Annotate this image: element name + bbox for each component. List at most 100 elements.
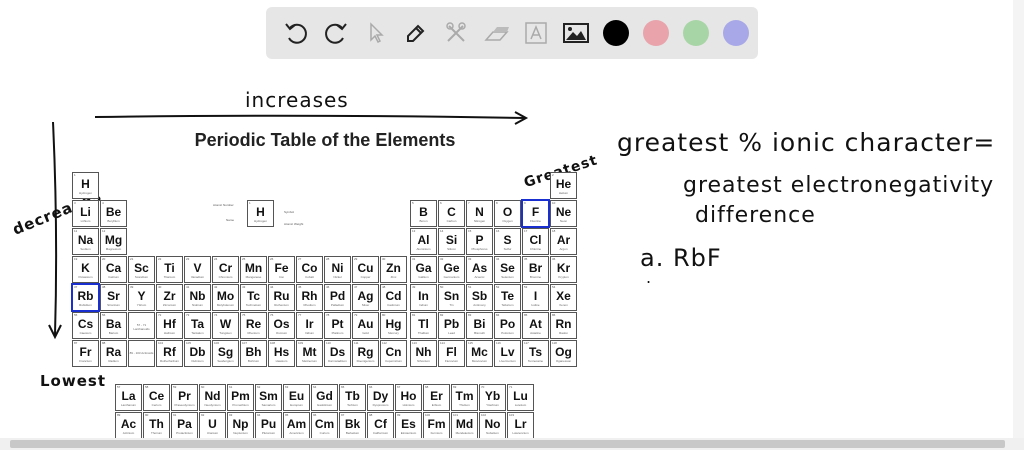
element-ti: 22 Ti Titanium [156, 256, 183, 283]
element-cf: 98 Cf Californium [367, 412, 394, 439]
legend-atomic-weight-label: Atomic Weight [284, 222, 304, 226]
element-lr: 103 Lr Lawrencium [507, 412, 534, 439]
scrollbar-thumb[interactable] [10, 440, 1005, 448]
element-name: Dubnium [191, 359, 204, 363]
element-name: Hassium [275, 359, 288, 363]
element-n: 7 N Nitrogen [466, 200, 493, 227]
horizontal-scrollbar[interactable] [0, 438, 1024, 450]
element-nb: 41 Nb Niobium [184, 284, 211, 311]
element-no: 102 No Nobelium [479, 412, 506, 439]
element-symbol: Pa [177, 417, 192, 431]
element-ru: 44 Ru Ruthenium [268, 284, 295, 311]
element-re: 75 Re Rhenium [240, 312, 267, 339]
element-symbol: Bk [344, 417, 361, 431]
element-name: Mendelevium [455, 431, 474, 435]
element-name: Thulium [459, 403, 470, 407]
element-name: Calcium [108, 275, 119, 279]
element-name: Arsenic [474, 275, 485, 279]
element-symbol: Te [500, 289, 515, 303]
element-symbol: Pt [331, 317, 344, 331]
element-name: Silver [361, 303, 370, 307]
element-symbol: Au [357, 317, 374, 331]
element-symbol: Kr [556, 261, 571, 275]
element-os: 76 Os Osmium [268, 312, 295, 339]
element-md: 101 Md Mendelevium [451, 412, 478, 439]
element-name: Hafnium [163, 331, 176, 335]
element-w: 74 W Tungsten [212, 312, 239, 339]
element-name: Rhodium [303, 303, 316, 307]
element-ce: 58 Ce Cerium [143, 384, 170, 411]
element-symbol: Hs [273, 345, 290, 359]
element-name: Gold [362, 331, 369, 335]
element-name: Gallium [418, 275, 429, 279]
element-name: Rutherfordium [159, 359, 179, 363]
element-ra: 88 Ra Radium [100, 340, 127, 367]
element-name: Cerium [151, 403, 162, 407]
element-lv: 116 Lv Livermorium [494, 340, 521, 367]
element-symbol: Zn [386, 261, 401, 275]
element-symbol: I [533, 289, 538, 303]
answer-bullet: . [646, 268, 653, 287]
element-symbol: Am [286, 417, 307, 431]
element-symbol: Nb [189, 289, 206, 303]
f-block-placeholder: 89 - 103 Actinoids [128, 340, 155, 367]
element-th: 90 Th Thorium [143, 412, 170, 439]
element-tm: 69 Tm Thulium [451, 384, 478, 411]
element-cm: 96 Cm Curium [311, 412, 338, 439]
element-symbol: Rb [77, 289, 94, 303]
element-symbol: Mt [302, 345, 317, 359]
legend-name-label: Name [226, 218, 235, 222]
element-au: 79 Au Gold [352, 312, 379, 339]
element-name: Carbon [446, 219, 457, 223]
element-name: Francium [79, 359, 92, 363]
element-name: Ytterbium [486, 403, 499, 407]
element-sg: 106 Sg Seaborgium [212, 340, 239, 367]
increases-label: increases [245, 88, 349, 112]
element-al: 13 Al Aluminium [410, 228, 437, 255]
element-sc: 21 Sc Scandium [128, 256, 155, 283]
element-name: Nobelium [486, 431, 499, 435]
element-symbol: Ho [400, 389, 417, 403]
element-name: Palladium [330, 303, 345, 307]
element-symbol: He [555, 177, 572, 191]
element-symbol: Ni [331, 261, 344, 275]
element-se: 34 Se Selenium [494, 256, 521, 283]
element-symbol: Mn [244, 261, 263, 275]
element-ca: 20 Ca Calcium [100, 256, 127, 283]
element-la: 57 La Lanthanum [115, 384, 142, 411]
element-in: 49 In Indium [410, 284, 437, 311]
element-ne: 10 Ne Neon [550, 200, 577, 227]
element-name: Oxygen [502, 219, 513, 223]
element-ge: 32 Ge Germanium [438, 256, 465, 283]
element-symbol: Al [417, 233, 430, 247]
element-symbol: Po [499, 317, 516, 331]
element-symbol: Pb [443, 317, 460, 331]
element-symbol: Sm [259, 389, 278, 403]
element-xe: 54 Xe Xenon [550, 284, 577, 311]
element-cl: 17 Cl Chlorine [522, 228, 549, 255]
element-symbol: Ac [120, 417, 137, 431]
element-name: Thorium [150, 431, 162, 435]
element-fr: 87 Fr Francium [72, 340, 99, 367]
element-symbol: Y [137, 289, 146, 303]
element-name: Barium [108, 331, 119, 335]
element-o: 8 O Oxygen [494, 200, 521, 227]
element-name: Rubidium [79, 303, 92, 307]
element-name: Platinum [331, 331, 344, 335]
element-symbol: Cs [77, 317, 94, 331]
element-symbol: At [529, 317, 542, 331]
vertical-scrollbar[interactable] [1013, 0, 1024, 438]
element-name: Dysprosium [372, 403, 389, 407]
element-symbol: Er [430, 389, 443, 403]
element-name: Europium [290, 403, 303, 407]
element-name: Fermium [430, 431, 443, 435]
element-name: Neon [559, 219, 568, 223]
element-name: Fluorine [530, 219, 541, 223]
element-symbol: Rh [301, 289, 318, 303]
element-name: Astatine [530, 331, 541, 335]
element-symbol: Ba [105, 317, 122, 331]
element-name: Protactinium [176, 431, 193, 435]
element-name: Helium [558, 191, 569, 195]
element-name: Erbium [431, 403, 442, 407]
element-ba: 56 Ba Barium [100, 312, 127, 339]
